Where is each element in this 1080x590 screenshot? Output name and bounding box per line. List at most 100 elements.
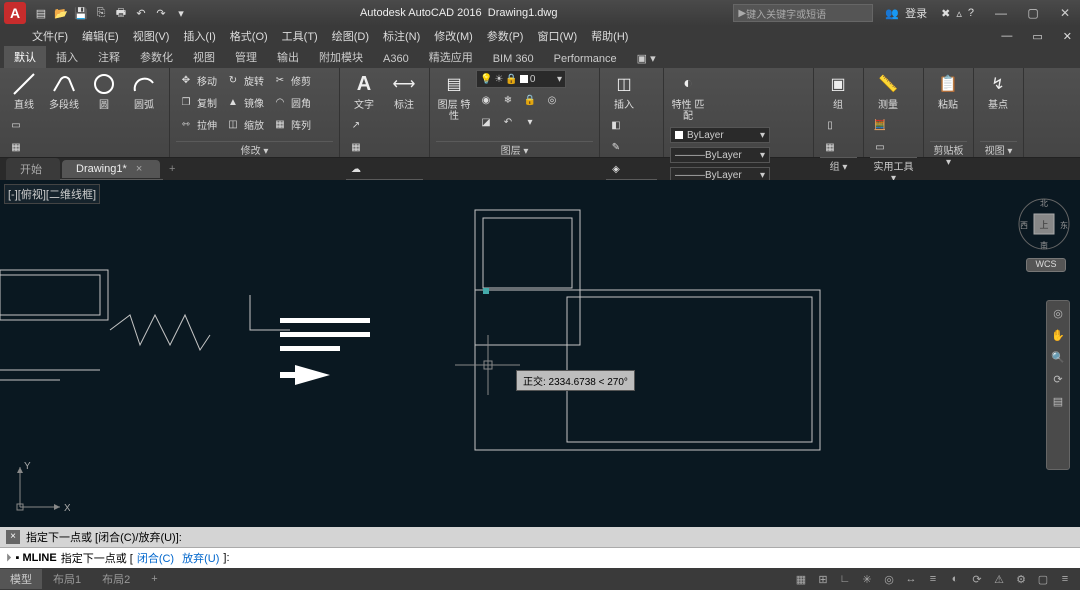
command-input-line[interactable]: ⏵ ▪ MLINE 指定下一点或 [闭合(C) 放弃(U)]: [0,548,1080,568]
add-tab-button[interactable]: + [162,160,182,178]
status-cycling-icon[interactable]: ⟳ [968,573,986,586]
nav-zoom-icon[interactable]: 🔍 [1050,351,1066,367]
nav-orbit-icon[interactable]: ⟳ [1050,373,1066,389]
select-button[interactable]: ▭ [870,137,890,157]
create-block-button[interactable]: ◧ [606,115,626,135]
ucs-icon[interactable]: X Y [10,457,70,517]
hatch-button[interactable]: ▦ [6,137,26,157]
tab-close-icon[interactable]: × [136,163,142,175]
help-search[interactable]: ▶ 键入关键字或短语 [733,4,873,22]
status-annomonitor-icon[interactable]: ⚠ [990,573,1008,586]
mirror-button[interactable]: ▲镜像 [223,92,266,112]
layer-dropdown[interactable]: 💡☀🔒0▾ [476,70,566,88]
doc-restore-icon[interactable]: ▭ [1032,30,1042,43]
drawing-tab[interactable]: Drawing1* × [62,160,160,178]
paste-button[interactable]: 📋粘贴 [930,70,966,111]
layer-iso-button[interactable]: ◎ [542,90,562,110]
menu-edit[interactable]: 编辑(E) [82,28,119,44]
status-ortho-icon[interactable]: ∟ [836,573,854,586]
qat-saveas-icon[interactable]: ⎘ [92,4,110,22]
menu-file[interactable]: 文件(F) [32,28,68,44]
layer-match-button[interactable]: ◪ [476,112,496,132]
menu-insert[interactable]: 插入(I) [183,28,215,44]
layout1-tab[interactable]: 布局1 [43,569,91,589]
table-button[interactable]: ▦ [346,137,366,157]
cloud-annot-button[interactable]: ☁ [346,159,366,179]
status-osnap-icon[interactable]: ◎ [880,573,898,586]
polyline-button[interactable]: 多段线 [46,70,82,111]
status-clean-icon[interactable]: ▢ [1034,573,1052,586]
ribbon-tab-performance[interactable]: Performance [544,50,627,68]
cmd-keyword-close[interactable]: 闭合(C) [137,550,174,566]
insert-block-button[interactable]: ◫插入 [606,70,642,111]
qat-open-icon[interactable]: 📂 [52,4,70,22]
status-grid-icon[interactable]: ▦ [792,573,810,586]
group-button[interactable]: ▣组 [820,70,856,111]
maximize-button[interactable]: ▢ [1018,3,1048,23]
status-workspace-icon[interactable]: ⚙ [1012,573,1030,586]
ribbon-tab-extra[interactable]: ▣ ▾ [627,49,666,68]
ungroup-button[interactable]: ▯ [820,115,840,135]
nav-wheel-icon[interactable]: ◎ [1050,307,1066,323]
line-button[interactable]: 直线 [6,70,42,111]
lineweight-dropdown[interactable]: ——— ByLayer▾ [670,147,770,163]
group-edit-button[interactable]: ▦ [820,137,840,157]
panel-clip-title[interactable]: 剪贴板 ▾ [930,141,967,157]
color-dropdown[interactable]: ByLayer▾ [670,127,770,143]
ribbon-tab-manage[interactable]: 管理 [225,46,267,68]
model-tab[interactable]: 模型 [0,569,42,589]
rotate-button[interactable]: ↻旋转 [223,70,266,90]
status-custom-icon[interactable]: ≡ [1056,573,1074,586]
panel-modify-title[interactable]: 修改 ▾ [176,141,333,157]
leader-button[interactable]: ↗ [346,115,366,135]
status-otrack-icon[interactable]: ↔ [902,573,920,586]
layer-off-button[interactable]: ◉ [476,90,496,110]
fillet-button[interactable]: ◠圆角 [270,92,313,112]
ribbon-tab-parametric[interactable]: 参数化 [130,46,183,68]
exchange-icon[interactable]: ✖ [941,7,950,20]
ribbon-tab-a360[interactable]: A360 [373,50,419,68]
layer-prev-button[interactable]: ↶ [498,112,518,132]
cmd-keyword-undo[interactable]: 放弃(U) [182,550,219,566]
layout2-tab[interactable]: 布局2 [92,569,140,589]
menu-modify[interactable]: 修改(M) [434,28,473,44]
menu-format[interactable]: 格式(O) [230,28,268,44]
ribbon-tab-output[interactable]: 输出 [267,46,309,68]
array-button[interactable]: ▦阵列 [270,114,313,134]
panel-layers-title[interactable]: 图层 ▾ [436,141,593,157]
doc-minimize-icon[interactable]: — [1001,30,1012,42]
ribbon-tab-bim360[interactable]: BIM 360 [483,50,544,68]
edit-block-button[interactable]: ✎ [606,137,626,157]
measure-button[interactable]: 📏测量 [870,70,906,111]
copy-button[interactable]: ❐复制 [176,92,219,112]
add-layout-button[interactable]: + [141,571,167,587]
attrib-button[interactable]: ◈ [606,159,626,179]
wcs-label[interactable]: WCS [1026,258,1066,272]
close-button[interactable]: ✕ [1050,3,1080,23]
menu-dimension[interactable]: 标注(N) [383,28,420,44]
cloud-icon[interactable]: ▵ [956,7,962,20]
panel-util-title[interactable]: 实用工具 ▾ [870,157,917,173]
calc-button[interactable]: 🧮 [870,115,890,135]
app-icon[interactable]: A [4,2,26,24]
qat-new-icon[interactable]: ▤ [32,4,50,22]
status-lwt-icon[interactable]: ≡ [924,573,942,586]
qat-undo-icon[interactable]: ↶ [132,4,150,22]
qat-print-icon[interactable]: 🖶 [112,4,130,22]
scale-button[interactable]: ◫缩放 [223,114,266,134]
circle-button[interactable]: 圆 [86,70,122,111]
ribbon-tab-insert[interactable]: 插入 [46,46,88,68]
layer-lock-button[interactable]: 🔒 [520,90,540,110]
start-tab[interactable]: 开始 [6,158,60,180]
doc-close-icon[interactable]: ✕ [1063,30,1072,43]
status-transparency-icon[interactable]: ◐ [946,573,964,586]
minimize-button[interactable]: — [986,3,1016,23]
qat-save-icon[interactable]: 💾 [72,4,90,22]
ribbon-tab-featured[interactable]: 精选应用 [419,46,483,68]
ribbon-tab-addons[interactable]: 附加模块 [309,46,373,68]
drawing-canvas[interactable]: [-][俯视][二维线框] 正交: 2334.6738 < 270° [0,180,1080,527]
ribbon-tab-view[interactable]: 视图 [183,46,225,68]
layer-freeze-button[interactable]: ❄ [498,90,518,110]
stretch-button[interactable]: ⇿拉伸 [176,114,219,134]
dimension-button[interactable]: ⟷标注 [386,70,422,111]
